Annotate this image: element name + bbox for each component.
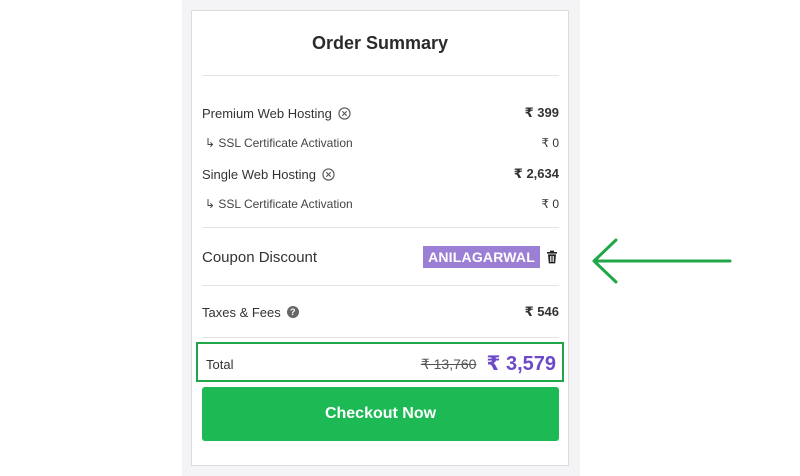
taxes-amount: ₹ 546 bbox=[524, 304, 559, 319]
line-item-amount: ₹ 0 bbox=[541, 136, 559, 150]
coupon-code-badge: ANILAGARWAL bbox=[423, 246, 540, 268]
total-row: Total ₹ 13,760 ₹ 3,579 bbox=[206, 350, 556, 376]
total-highlight-box: Total ₹ 13,760 ₹ 3,579 bbox=[196, 342, 564, 382]
total-price: ₹ 3,579 bbox=[486, 353, 556, 375]
line-item-single-web-hosting: Single Web Hosting ₹ 2,634 bbox=[202, 166, 559, 182]
line-item-amount: ₹ 0 bbox=[541, 197, 559, 211]
line-item-label: ↳ SSL Certificate Activation bbox=[205, 197, 353, 211]
line-item-amount: ₹ 399 bbox=[524, 105, 559, 120]
total-label: Total bbox=[206, 357, 234, 372]
taxes-label: Taxes & Fees bbox=[202, 304, 281, 320]
divider bbox=[202, 285, 559, 286]
remove-item-icon[interactable] bbox=[322, 167, 335, 181]
coupon-label: Coupon Discount bbox=[202, 248, 318, 266]
line-item-label: Single Web Hosting bbox=[202, 166, 316, 182]
arrow-left-icon bbox=[592, 238, 732, 284]
line-item-label: Premium Web Hosting bbox=[202, 105, 332, 121]
original-price: ₹ 13,760 bbox=[420, 356, 477, 372]
divider bbox=[202, 227, 559, 228]
coupon-row: Coupon Discount ANILAGARWAL bbox=[202, 246, 559, 268]
help-icon[interactable]: ? bbox=[286, 306, 299, 318]
divider bbox=[202, 75, 559, 76]
remove-item-icon[interactable] bbox=[338, 106, 351, 120]
line-item-ssl-single: ↳ SSL Certificate Activation ₹ 0 bbox=[202, 197, 559, 211]
line-item-label: ↳ SSL Certificate Activation bbox=[205, 136, 353, 150]
divider bbox=[202, 337, 559, 338]
order-summary-title: Order Summary bbox=[311, 33, 449, 53]
line-item-ssl-premium: ↳ SSL Certificate Activation ₹ 0 bbox=[202, 136, 559, 150]
line-item-premium-web-hosting: Premium Web Hosting ₹ 399 bbox=[202, 105, 559, 121]
trash-icon[interactable] bbox=[545, 250, 559, 264]
taxes-row: Taxes & Fees ? ₹ 546 bbox=[202, 304, 559, 320]
checkout-button[interactable]: Checkout Now bbox=[202, 387, 559, 441]
line-item-amount: ₹ 2,634 bbox=[513, 166, 559, 181]
